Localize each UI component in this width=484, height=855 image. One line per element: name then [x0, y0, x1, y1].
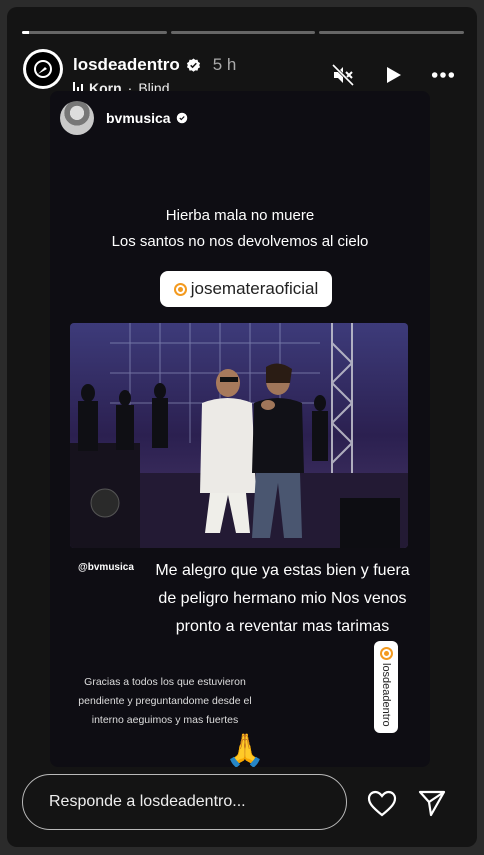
quote-line-1: Hierba mala no muere	[165, 207, 315, 224]
mention-text: josemateraoficial	[190, 279, 319, 298]
heart-icon[interactable]	[367, 789, 397, 817]
avatar-logo-icon	[26, 52, 60, 86]
story-content[interactable]: bvmusica Hierba mala no muere Los santos…	[50, 91, 430, 767]
post-time: 5 h	[212, 55, 237, 74]
vertical-mention-label: losdeadentro	[379, 647, 393, 727]
repost-user[interactable]: bvmusica	[106, 110, 188, 126]
progress-segment	[22, 31, 167, 34]
praying-hands-emoji: 🙏	[225, 732, 265, 767]
send-icon[interactable]	[417, 789, 447, 817]
verified-icon	[176, 112, 187, 124]
progress-fill	[22, 31, 30, 34]
progress-segment	[170, 31, 316, 34]
more-icon[interactable]	[431, 63, 455, 87]
quote-line-2: Los santos no nos devolvemos al cielo	[111, 233, 369, 250]
profile-avatar[interactable]	[23, 49, 63, 89]
story-viewer: losdeadentro 5 h Korn · Blind bvmusica H…	[7, 7, 477, 847]
main-message: Me alegro que ya estas bien y fuera de p…	[155, 562, 410, 635]
play-icon[interactable]	[381, 63, 405, 87]
verified-icon	[186, 57, 200, 72]
user-tag[interactable]: @bvmusica	[78, 562, 134, 573]
reply-placeholder: Responde a losdeadentro...	[49, 793, 246, 810]
progress-segment	[319, 31, 465, 34]
instagram-icon	[173, 282, 187, 296]
small-message: Gracias a todos los que estuvieron pendi…	[78, 676, 252, 726]
vertical-mention-text: losdeadentro	[380, 663, 392, 727]
concert-photo	[70, 323, 408, 548]
repost-avatar[interactable]	[60, 101, 94, 135]
story-header-user[interactable]: losdeadentro 5 h	[73, 55, 236, 75]
story-controls	[331, 63, 455, 87]
repost-header[interactable]: bvmusica	[60, 101, 188, 135]
mention-sticker[interactable]: josemateraoficial	[160, 271, 332, 307]
reply-input[interactable]: Responde a losdeadentro...	[22, 774, 347, 830]
vertical-mention-sticker[interactable]: losdeadentro	[374, 641, 398, 733]
mute-icon[interactable]	[331, 63, 355, 87]
story-progress	[22, 31, 465, 34]
username[interactable]: losdeadentro	[73, 55, 180, 75]
repost-username[interactable]: bvmusica	[106, 110, 171, 126]
instagram-icon	[379, 647, 393, 661]
